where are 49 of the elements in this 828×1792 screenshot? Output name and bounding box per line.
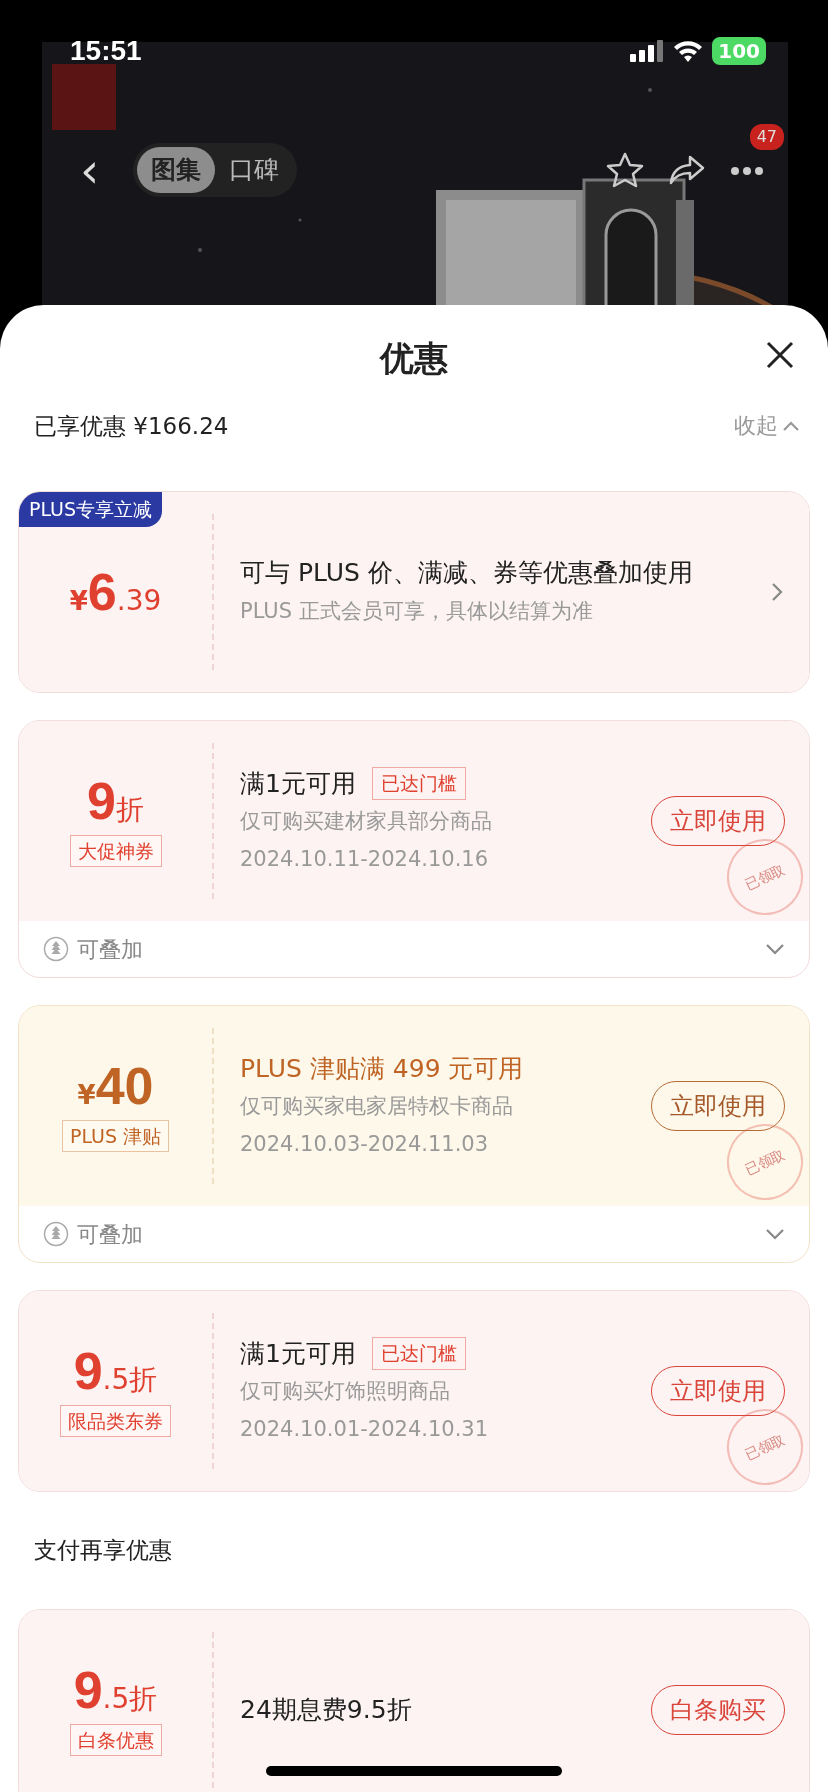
back-button[interactable]: ‹ bbox=[70, 146, 110, 194]
coupon-amount: ¥40 bbox=[77, 1059, 154, 1112]
coupon-amount: 9.5折 bbox=[73, 1663, 158, 1716]
sheet-title: 优惠 bbox=[380, 338, 448, 378]
coupon-amount: 9折 bbox=[87, 774, 144, 827]
coupon-tag: 白条优惠 bbox=[69, 1723, 162, 1757]
chevron-up-icon bbox=[782, 419, 800, 432]
share-icon[interactable] bbox=[668, 154, 706, 186]
gallery-tab[interactable]: 口碑 bbox=[215, 147, 294, 193]
use-button[interactable]: 立即使用 bbox=[651, 1081, 785, 1131]
collapse-button[interactable]: 收起 bbox=[734, 409, 800, 442]
coupon-detail: 仅可购买灯饰照明商品 bbox=[240, 1378, 451, 1406]
coupon-tag: 大促神券 bbox=[69, 834, 162, 868]
more-icon[interactable] bbox=[730, 165, 764, 176]
coupon-detail: 2024.10.01-2024.10.31 bbox=[240, 1415, 490, 1443]
wifi-icon bbox=[672, 39, 705, 63]
coupon-tag: 限品类东券 bbox=[60, 1404, 171, 1438]
coupon-detail: 仅可购买家电家居特权卡商品 bbox=[240, 1093, 514, 1121]
threshold-tag: 已达门槛 bbox=[371, 1337, 466, 1370]
use-button[interactable]: 白条购买 bbox=[651, 1685, 785, 1735]
coupon-tag: PLUS 津贴 bbox=[61, 1119, 170, 1153]
gallery-tab[interactable]: 图集 bbox=[137, 147, 216, 193]
use-button[interactable]: 立即使用 bbox=[651, 796, 785, 846]
star-icon[interactable] bbox=[606, 152, 644, 188]
chevron-icon bbox=[771, 582, 783, 602]
savings-summary: 已享优惠 ¥166.24 bbox=[34, 412, 229, 441]
coupon-title: PLUS 津贴满 499 元可用 bbox=[240, 1052, 524, 1085]
coupon-detail: 2024.10.03-2024.11.03 bbox=[240, 1130, 490, 1158]
close-button[interactable] bbox=[766, 341, 794, 369]
plus-ribbon: PLUS专享立减 bbox=[19, 492, 163, 527]
section-title: 支付再享优惠 bbox=[34, 1537, 172, 1563]
coupon-detail: 2024.10.11-2024.10.16 bbox=[240, 845, 490, 873]
stackable-toggle[interactable]: 可叠加 bbox=[43, 1217, 143, 1251]
stackable-toggle[interactable]: 可叠加 bbox=[43, 932, 143, 966]
threshold-tag: 已达门槛 bbox=[371, 767, 466, 800]
coupon-detail: PLUS 正式会员可享，具体以结算为准 bbox=[240, 598, 594, 626]
coupon-title: 24期息费9.5折 bbox=[240, 1694, 412, 1727]
coupon-detail: 仅可购买建材家具部分商品 bbox=[240, 808, 493, 836]
signal-icon bbox=[630, 40, 665, 62]
battery-level: 100 bbox=[712, 37, 766, 65]
use-button[interactable]: 立即使用 bbox=[651, 1366, 785, 1416]
coupon-title: 可与 PLUS 价、满减、券等优惠叠加使用 bbox=[240, 557, 693, 590]
tree-icon bbox=[43, 936, 69, 962]
coupon-amount: ¥6.39 bbox=[69, 566, 162, 618]
coupon-title: 满1元可用 bbox=[240, 1337, 356, 1370]
coupon-amount: 9.5折 bbox=[73, 1344, 158, 1397]
coupon-title: 满1元可用 bbox=[240, 767, 356, 800]
status-time: 15:51 bbox=[70, 34, 142, 68]
tree-icon bbox=[43, 1221, 69, 1247]
